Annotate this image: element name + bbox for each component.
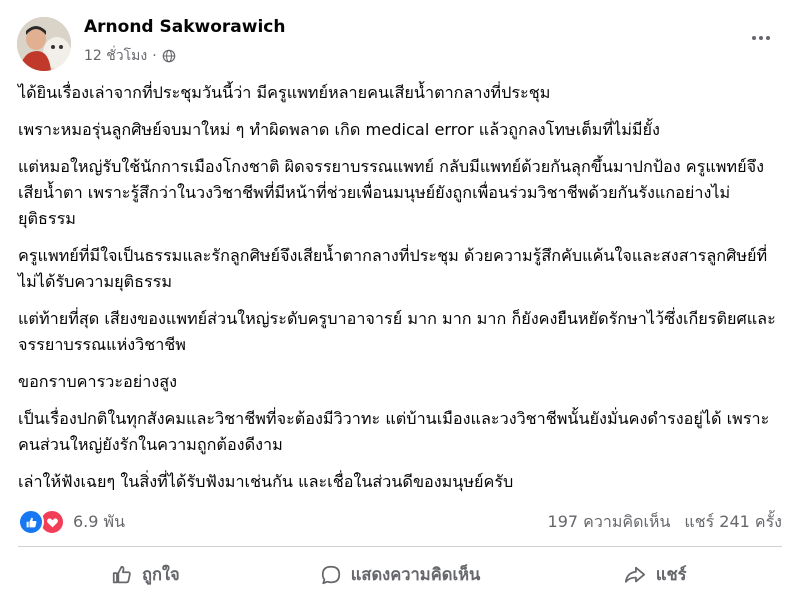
facebook-post: Arnond Sakworawich 12 ชั่วโมง · ได้ยินเร…	[0, 0, 800, 601]
post-paragraph: เพราะหมอรุ่นลูกศิษย์จบมาใหม่ ๆ ทำผิดพลาด…	[18, 120, 660, 139]
avatar-photo	[17, 17, 71, 71]
avatar[interactable]	[17, 17, 71, 71]
like-label: ถูกใจ	[141, 565, 180, 584]
meta-separator: ·	[152, 48, 157, 64]
post-meta: 12 ชั่วโมง ·	[84, 45, 176, 67]
post-paragraph: เป็นเรื่องปกติในทุกสังคมและวิชาชีพที่จะต…	[18, 409, 770, 454]
comment-share-counts: 197 ความคิดเห็น แชร์ 241 ครั้ง	[548, 510, 782, 535]
post-body: ได้ยินเรื่องเล่าจากที่ประชุมวันนี้ว่า มี…	[18, 80, 782, 506]
share-label: แชร์	[655, 565, 687, 584]
action-bar: ถูกใจ แสดงความคิดเห็น แชร์	[18, 553, 782, 597]
more-options-icon[interactable]	[748, 28, 774, 48]
globe-icon[interactable]	[162, 49, 176, 63]
thumbs-up-outline-icon	[112, 565, 131, 584]
post-paragraph: ขอกราบคารวะอย่างสูง	[18, 372, 178, 391]
engagement-stats: 6.9 พัน 197 ความคิดเห็น แชร์ 241 ครั้ง	[18, 508, 782, 536]
post-timestamp[interactable]: 12 ชั่วโมง	[84, 45, 147, 67]
like-button[interactable]: ถูกใจ	[18, 553, 273, 597]
author-name[interactable]: Arnond Sakworawich	[84, 17, 286, 37]
post-paragraph: แต่หมอใหญ่รับใช้นักการเมืองโกงชาติ ผิดจร…	[18, 157, 764, 228]
post-paragraph: เล่าให้ฟังเฉยๆ ในสิ่งที่ได้รับฟังมาเช่นก…	[18, 472, 514, 491]
reaction-count: 6.9 พัน	[73, 511, 126, 531]
post-paragraph: ได้ยินเรื่องเล่าจากที่ประชุมวันนี้ว่า มี…	[18, 83, 551, 102]
comment-label: แสดงความคิดเห็น	[350, 565, 481, 584]
reaction-summary[interactable]: 6.9 พัน	[18, 509, 125, 535]
speech-bubble-icon	[321, 565, 340, 585]
post-paragraph: ครูแพทย์ที่มีใจเป็นธรรมและรักลูกศิษย์จึง…	[18, 246, 768, 291]
share-arrow-icon	[624, 566, 645, 583]
comment-count[interactable]: 197 ความคิดเห็น	[548, 510, 671, 535]
comment-button[interactable]: แสดงความคิดเห็น	[273, 553, 528, 597]
divider	[18, 546, 782, 547]
thumbs-up-icon	[18, 509, 44, 535]
share-count[interactable]: แชร์ 241 ครั้ง	[684, 510, 782, 535]
share-button[interactable]: แชร์	[527, 553, 782, 597]
post-paragraph: แต่ท้ายที่สุด เสียงของแพทย์ส่วนใหญ่ระดับ…	[18, 309, 776, 354]
